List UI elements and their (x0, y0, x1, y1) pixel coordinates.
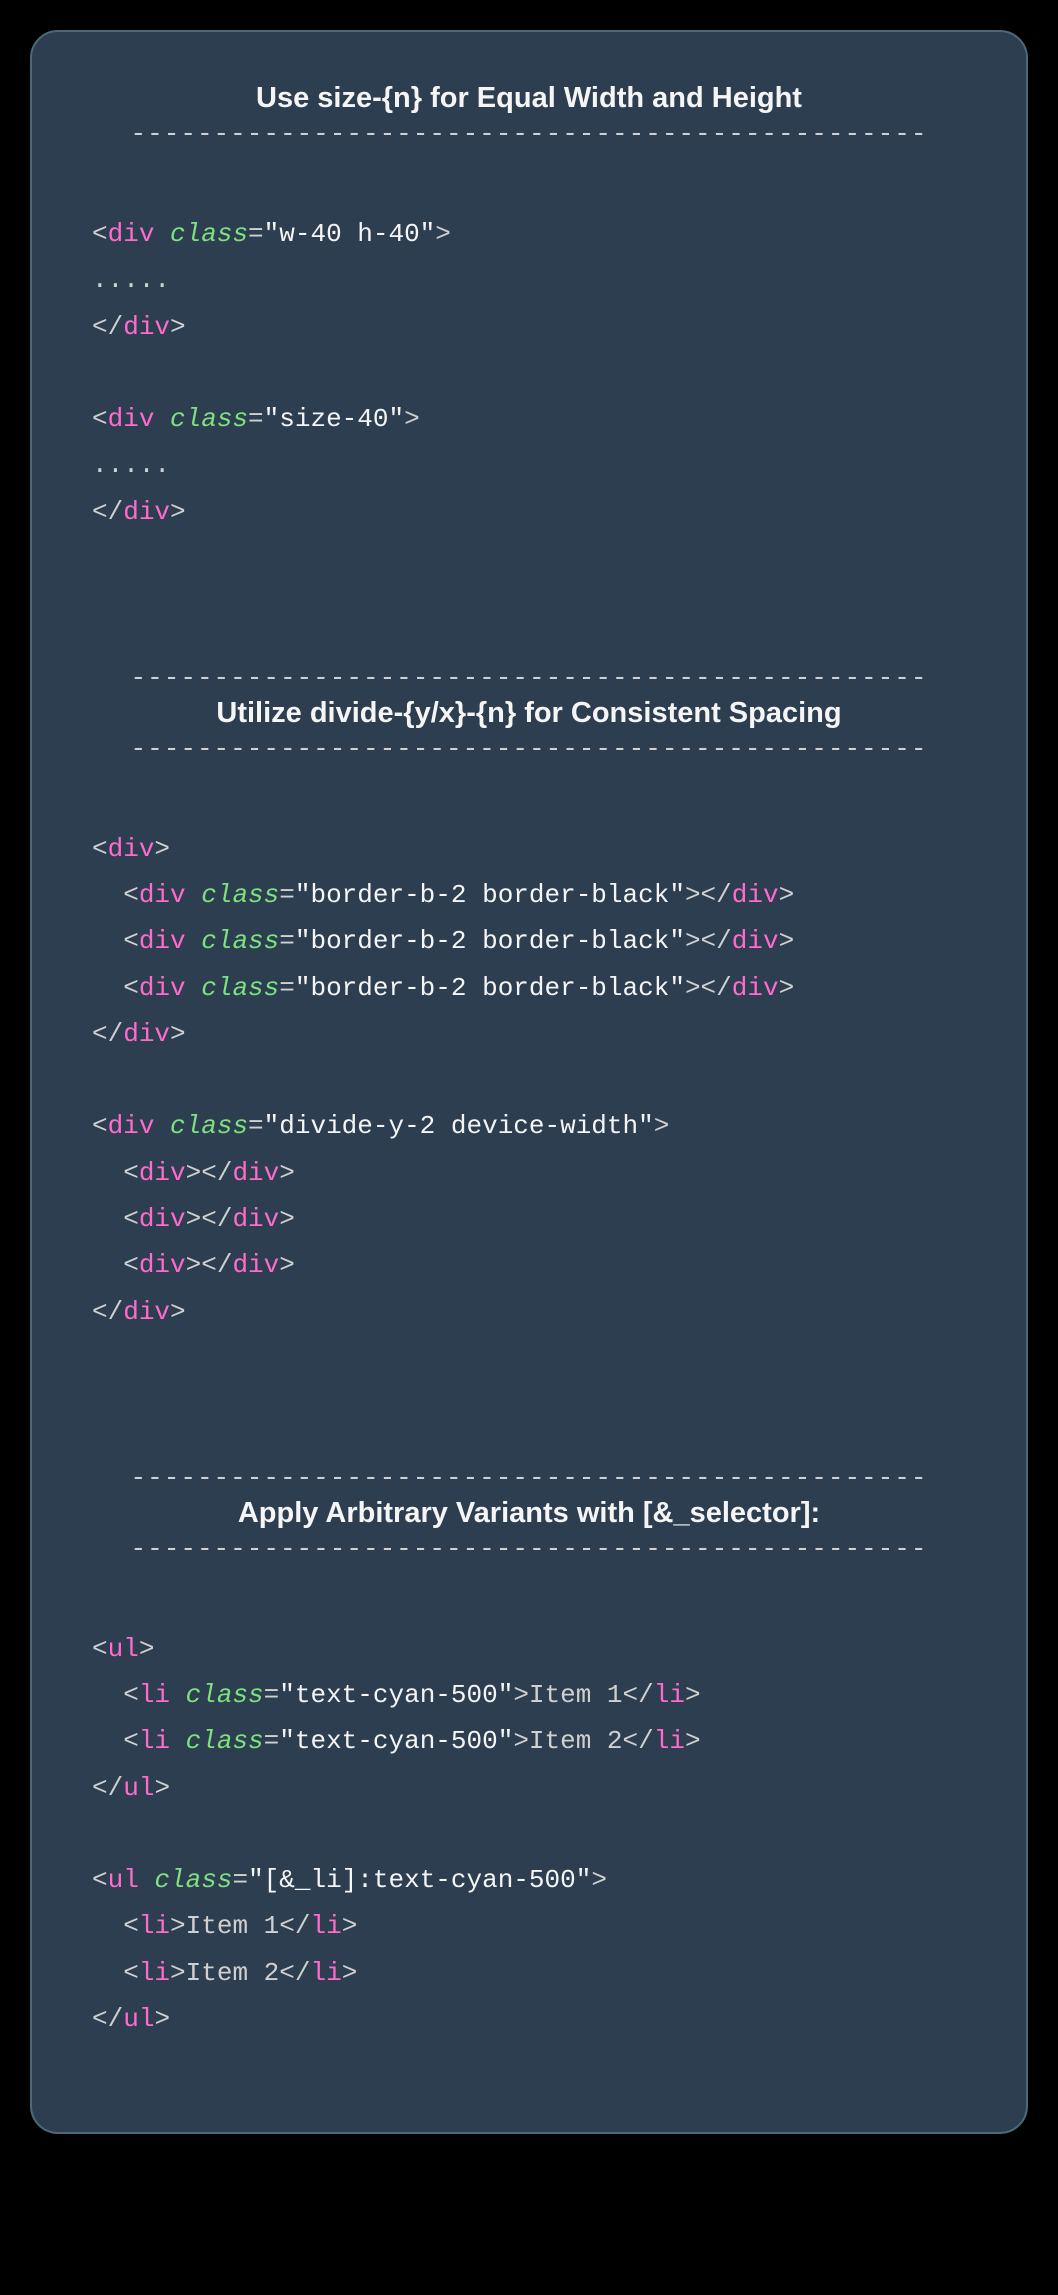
section-1-title: Use size-{n} for Equal Width and Height (92, 82, 966, 115)
code-block-1: <div class="w-40 h-40"> ..... </div> <di… (92, 211, 966, 535)
divider: ----------------------------------------… (92, 1536, 966, 1562)
section-2: ----------------------------------------… (92, 665, 966, 1335)
divider: ----------------------------------------… (92, 736, 966, 762)
divider: ----------------------------------------… (92, 1465, 966, 1491)
section-1: Use size-{n} for Equal Width and Height … (92, 82, 966, 535)
divider: ----------------------------------------… (92, 665, 966, 691)
divider: ----------------------------------------… (92, 121, 966, 147)
section-3: ----------------------------------------… (92, 1465, 966, 2042)
card-container: Use size-{n} for Equal Width and Height … (30, 30, 1028, 2134)
code-block-3: <ul> <li class="text-cyan-500">Item 1</l… (92, 1626, 966, 2042)
code-block-2: <div> <div class="border-b-2 border-blac… (92, 826, 966, 1335)
section-3-title: Apply Arbitrary Variants with [&_selecto… (92, 1497, 966, 1530)
section-2-title: Utilize divide-{y/x}-{n} for Consistent … (92, 697, 966, 730)
